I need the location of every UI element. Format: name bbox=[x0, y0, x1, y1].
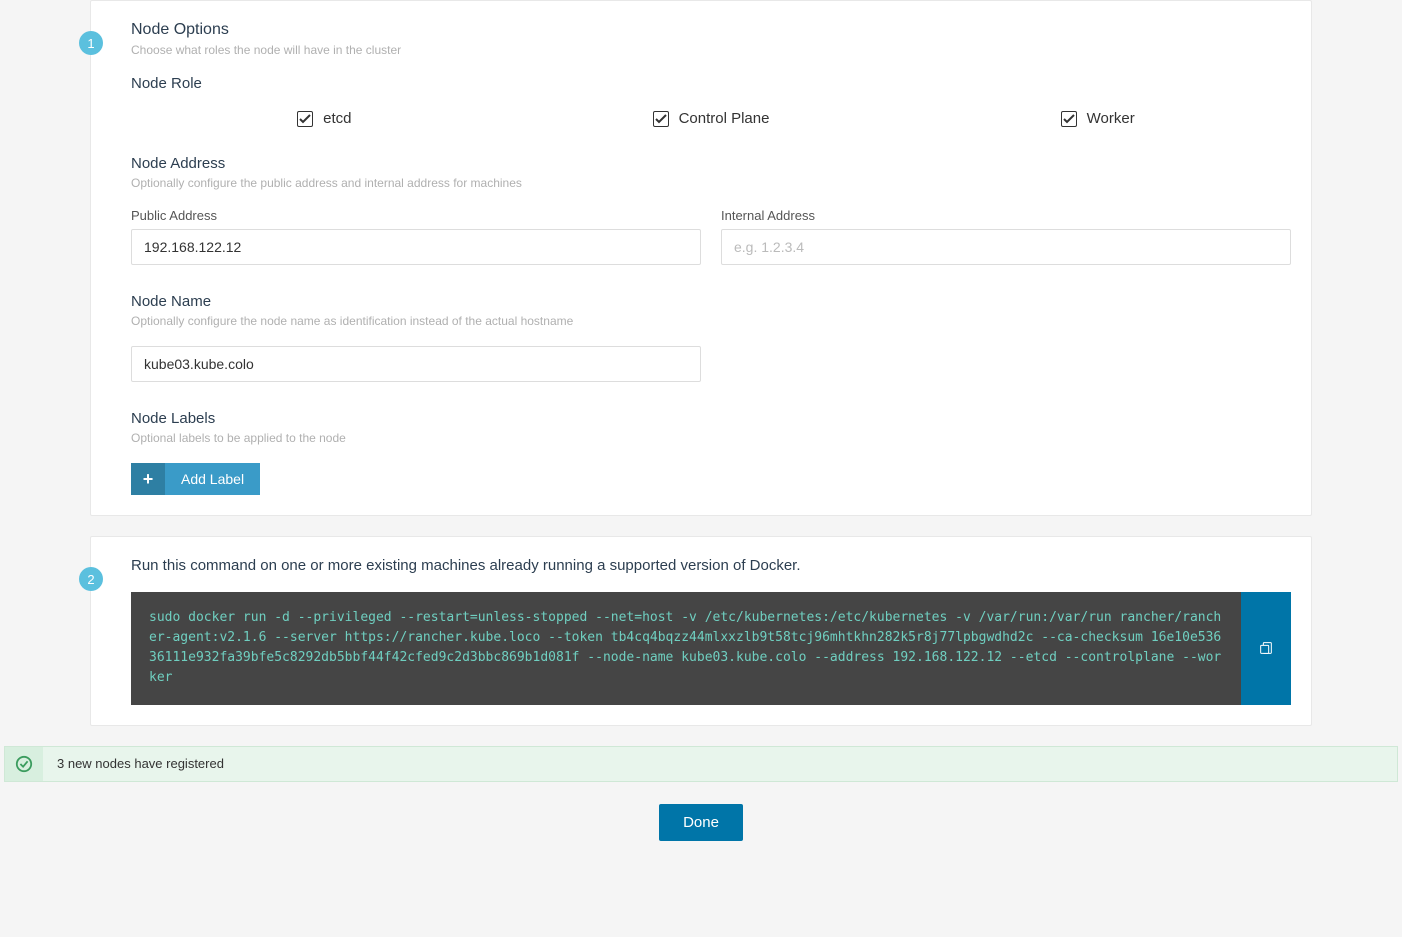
role-worker[interactable]: Worker bbox=[904, 110, 1291, 127]
success-text: 3 new nodes have registered bbox=[43, 747, 1397, 781]
role-controlplane[interactable]: Control Plane bbox=[518, 110, 905, 127]
node-labels-desc: Optional labels to be applied to the nod… bbox=[131, 431, 1291, 445]
node-role-row: etcd Control Plane Worker bbox=[131, 110, 1291, 127]
add-label-button[interactable]: + Add Label bbox=[131, 463, 260, 495]
done-button[interactable]: Done bbox=[659, 804, 743, 841]
node-options-desc: Choose what roles the node will have in … bbox=[131, 43, 1291, 57]
add-label-text: Add Label bbox=[165, 471, 260, 487]
role-worker-label: Worker bbox=[1087, 110, 1135, 127]
node-labels-title: Node Labels bbox=[131, 410, 1291, 427]
node-role-title: Node Role bbox=[131, 75, 1291, 92]
clipboard-icon bbox=[1258, 640, 1274, 656]
run-command-desc: Run this command on one or more existing… bbox=[131, 557, 1291, 574]
checkbox-worker[interactable] bbox=[1061, 111, 1077, 127]
public-address-label: Public Address bbox=[131, 208, 701, 223]
step-badge-1: 1 bbox=[79, 31, 103, 55]
internal-address-input[interactable] bbox=[721, 229, 1291, 265]
step-badge-2: 2 bbox=[79, 567, 103, 591]
success-icon-wrap bbox=[5, 747, 43, 781]
node-name-title: Node Name bbox=[131, 293, 1291, 310]
plus-icon: + bbox=[131, 463, 165, 495]
check-circle-icon bbox=[15, 755, 33, 773]
success-banner: 3 new nodes have registered bbox=[4, 746, 1398, 782]
role-etcd-label: etcd bbox=[323, 110, 351, 127]
checkbox-controlplane[interactable] bbox=[653, 111, 669, 127]
public-address-input[interactable] bbox=[131, 229, 701, 265]
role-etcd[interactable]: etcd bbox=[131, 110, 518, 127]
node-address-desc: Optionally configure the public address … bbox=[131, 176, 1291, 190]
role-controlplane-label: Control Plane bbox=[679, 110, 770, 127]
checkbox-etcd[interactable] bbox=[297, 111, 313, 127]
internal-address-label: Internal Address bbox=[721, 208, 1291, 223]
node-name-desc: Optionally configure the node name as id… bbox=[131, 314, 1291, 328]
node-name-input[interactable] bbox=[131, 346, 701, 382]
node-options-card: 1 Node Options Choose what roles the nod… bbox=[90, 0, 1312, 516]
run-command-card: 2 Run this command on one or more existi… bbox=[90, 536, 1312, 726]
copy-button[interactable] bbox=[1241, 592, 1291, 705]
node-options-title: Node Options bbox=[131, 21, 1291, 39]
command-code[interactable]: sudo docker run -d --privileged --restar… bbox=[131, 592, 1241, 705]
node-address-title: Node Address bbox=[131, 155, 1291, 172]
